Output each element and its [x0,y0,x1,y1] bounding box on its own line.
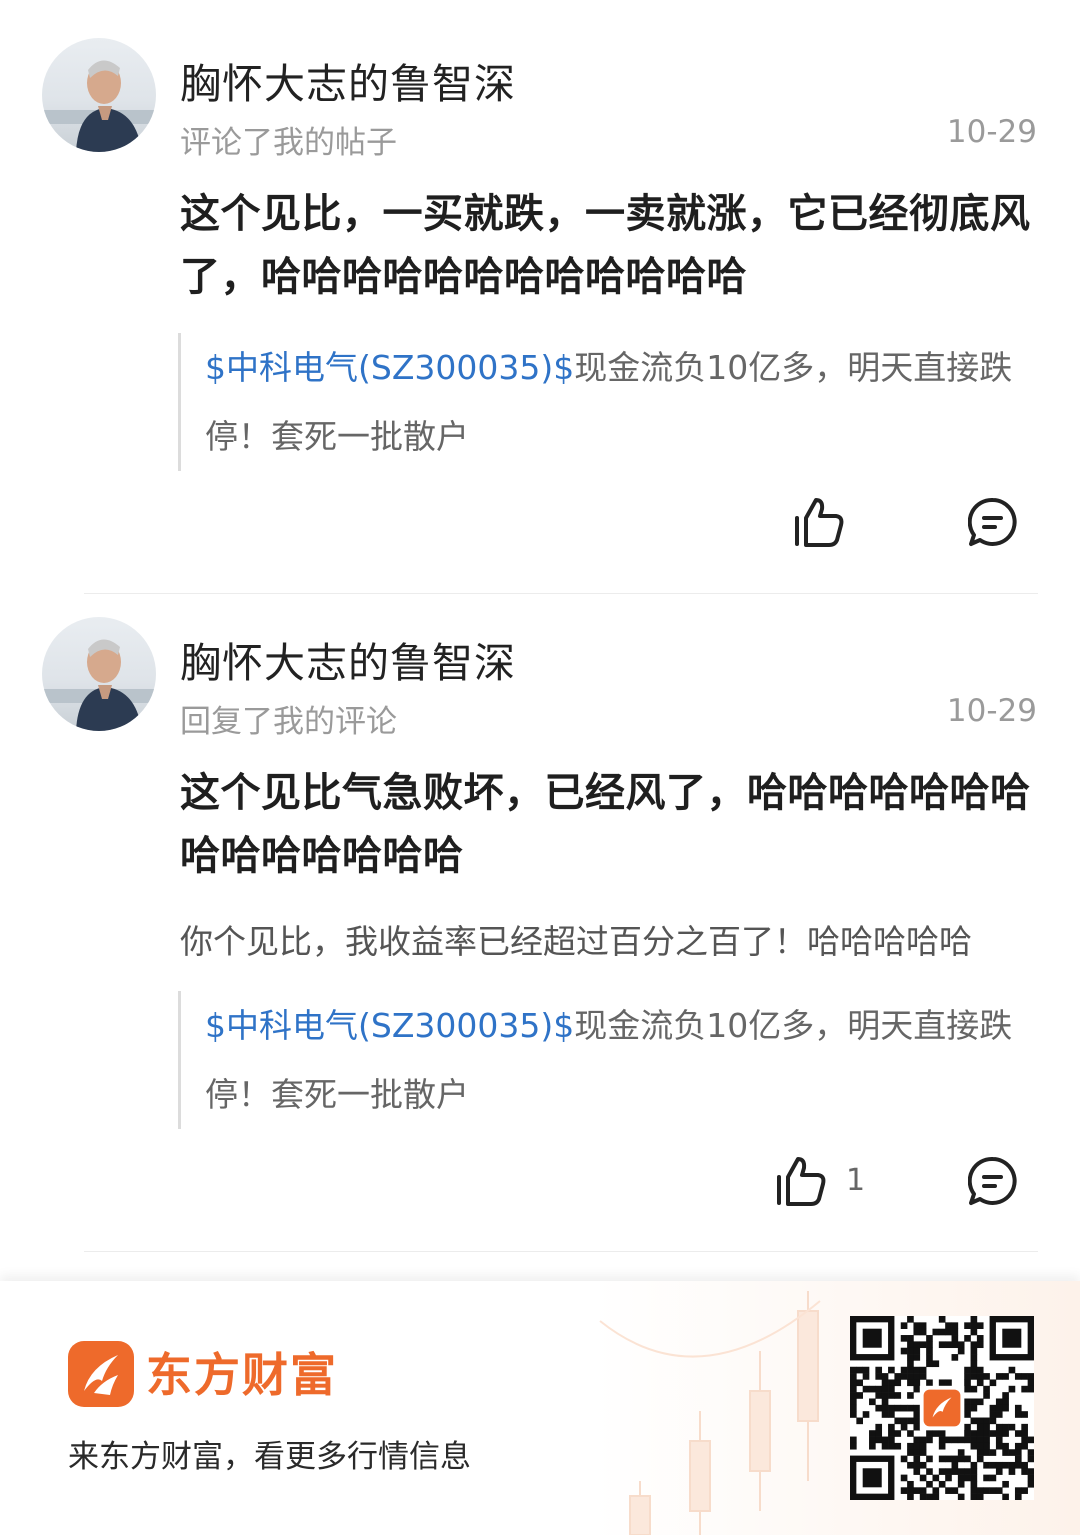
comment-bubble-icon [967,1156,1017,1205]
quoted-post[interactable]: $中科电气(SZ300035)$现金流负10亿多，明天直接跌停！套死一批散户 [178,333,1023,471]
my-comment-text: 你个见比，我收益率已经超过百分之百了！哈哈哈哈哈 [180,922,972,961]
thumbs-up-icon [795,498,844,547]
user-avatar[interactable] [42,617,156,731]
slogan-text: 来东方财富，看更多行情信息 [68,1439,471,1475]
username[interactable]: 胸怀大志的鲁智深 [180,50,516,110]
thumbs-up-icon [777,1157,826,1206]
timestamp: 10-29 [946,114,1037,150]
comment-bubble-icon [967,497,1017,546]
like-button[interactable] [792,496,846,552]
eastmoney-logo-icon [68,1341,134,1407]
timestamp: 10-29 [946,693,1037,729]
reply-text[interactable]: 这个见比气急败坏，已经风了，哈哈哈哈哈哈哈哈哈哈哈哈哈哈 [180,762,1040,888]
like-button[interactable] [774,1155,828,1211]
reply-text[interactable]: 这个见比，一买就跌，一卖就涨，它已经彻底风了，哈哈哈哈哈哈哈哈哈哈哈哈 [180,183,1040,309]
quoted-post[interactable]: $中科电气(SZ300035)$现金流负10亿多，明天直接跌停！套死一批散户 [178,991,1023,1129]
comment-button[interactable] [967,497,1018,551]
divider [84,593,1038,594]
divider [84,1251,1038,1252]
action-text: 回复了我的评论 [180,704,397,740]
stock-link[interactable]: $中科电气(SZ300035)$ [205,348,574,387]
user-avatar[interactable] [42,38,156,152]
comment-button[interactable] [967,1156,1018,1210]
action-text: 评论了我的帖子 [180,125,397,161]
stock-link[interactable]: $中科电气(SZ300035)$ [205,1006,574,1045]
promo-banner[interactable]: 东方财富 来东方财富，看更多行情信息 [0,1281,1080,1535]
username[interactable]: 胸怀大志的鲁智深 [180,629,516,689]
like-count: 1 [846,1163,866,1198]
qr-code-icon[interactable] [850,1316,1034,1500]
brand-name: 东方财富 [146,1348,338,1402]
